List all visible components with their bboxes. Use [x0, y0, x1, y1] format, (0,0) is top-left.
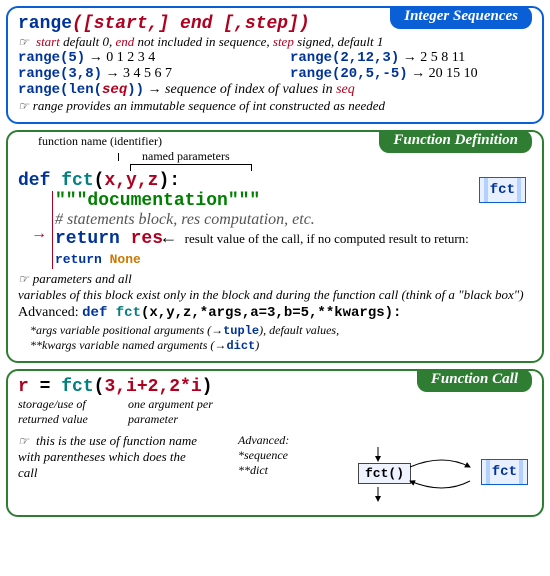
return-line: return res← result value of the call, if…	[55, 229, 469, 269]
range-args: ([start,] end [,step])	[72, 14, 310, 34]
t: fct	[116, 305, 141, 321]
t: the block and	[199, 287, 276, 302]
t: (x,y,z,*args,a=3,b=5,**kwargs):	[141, 305, 401, 321]
t: sequence of index of values in	[165, 82, 336, 97]
t: named parameters	[142, 149, 230, 163]
return-val: res	[131, 229, 163, 249]
t: variables of this block exist only	[18, 287, 189, 302]
t: →	[148, 82, 166, 97]
t: parameters and all	[18, 271, 132, 286]
advanced-note: *args variable positional arguments (→tu…	[30, 323, 532, 353]
t: ))	[127, 82, 144, 98]
def-line: def fct(x,y,z):	[18, 171, 469, 191]
integer-sequences-panel: Integer Sequences range([start,] end [,s…	[6, 6, 544, 124]
panel-title: Function Definition	[379, 130, 532, 153]
ex: range(2,12,3)	[290, 50, 399, 66]
t: signed, default 1	[294, 34, 384, 49]
ex: range(20,5,-5)	[290, 66, 408, 82]
t: *sequence	[238, 448, 288, 462]
args: x,y,z	[104, 171, 158, 191]
t: def	[82, 305, 107, 321]
function-call-panel: Function Call r = fct(3,i+2,2*i) storage…	[6, 369, 544, 517]
function-definition-panel: Function Definition function name (ident…	[6, 130, 544, 363]
ex: range(5)	[18, 50, 85, 66]
ex: range(3,8)	[18, 66, 102, 82]
t: ):	[158, 171, 180, 191]
t: result value of the call, if no computed…	[185, 231, 469, 246]
indent-arrow-icon: →	[31, 225, 47, 243]
t: not included in sequence,	[134, 34, 273, 49]
ex-out: → 20 15 10	[411, 66, 478, 81]
t: **dict	[238, 463, 268, 477]
t: seq	[102, 82, 127, 98]
params-bracket	[130, 164, 252, 171]
fn-name: fct	[61, 377, 93, 397]
t: ), default values,	[259, 323, 339, 337]
range-immutable-note: range provides an immutable sequence of …	[18, 98, 532, 114]
ann-one-arg: one argument per parameter	[128, 397, 238, 427]
t: step	[273, 34, 294, 49]
examples-row1: range(5) → 0 1 2 3 4 range(2,12,3) → 2 5…	[18, 50, 532, 66]
t: )	[202, 377, 213, 397]
t: Advanced:	[18, 305, 82, 320]
t: )	[255, 338, 259, 352]
t: tuple	[223, 324, 259, 338]
ex: range(len(	[18, 82, 102, 98]
t: Advanced:	[238, 433, 289, 447]
t: with parentheses	[18, 449, 105, 464]
statements-comment: # statements block, res computation, etc…	[55, 211, 469, 229]
call-diagram: fct() fct	[348, 445, 528, 505]
examples-row3: range(len(seq)) → sequence of index of v…	[18, 82, 532, 98]
call-note: this is the use of function name with pa…	[18, 433, 208, 481]
docstring: """documentation"""	[55, 191, 469, 211]
t: **kwargs variable named arguments (→	[30, 338, 226, 352]
ex-out: → 3 4 5 6 7	[106, 66, 173, 81]
fct-box: fct	[479, 177, 526, 203]
t: seq	[336, 82, 355, 97]
ex-out: → 0 1 2 3 4	[89, 50, 156, 65]
advanced-def: Advanced: def fct(x,y,z,*args,a=3,b=5,**…	[18, 305, 532, 321]
panel-title: Function Call	[417, 369, 532, 392]
diagram-arrows-icon	[348, 445, 528, 505]
panel-title: Integer Sequences	[390, 6, 532, 29]
block-indent: → """documentation""" # statements block…	[52, 191, 469, 269]
t: *args variable positional arguments (→	[30, 323, 223, 337]
ex-out: → 2 5 8 11	[403, 50, 465, 65]
t: fct	[490, 182, 515, 198]
t: this is the use of function name	[36, 433, 197, 448]
call-advanced: Advanced: *sequence **dict	[238, 433, 289, 481]
t: the function call (think of a "black box…	[310, 287, 523, 302]
fn-name: fct	[61, 171, 93, 191]
examples-row2: range(3,8) → 3 4 5 6 7 range(20,5,-5) → …	[18, 66, 532, 82]
t: dict	[226, 339, 255, 353]
t: end	[115, 34, 134, 49]
t: =	[29, 377, 61, 397]
arrow-left-icon: ←	[163, 229, 174, 249]
scope-note: parameters and all variables of this blo…	[18, 271, 532, 303]
t: default 0,	[60, 34, 116, 49]
t: start	[36, 34, 60, 49]
t: in	[189, 287, 199, 302]
range-defaults-note: start default 0, end not included in seq…	[18, 34, 532, 50]
return-kw: return	[55, 229, 120, 249]
r-var: r	[18, 377, 29, 397]
call-args: 3,i+2,2*i	[104, 377, 201, 397]
range-kw: range	[18, 14, 72, 34]
t: during	[276, 287, 311, 302]
def-kw: def	[18, 171, 50, 191]
ann-storage: storage/use of returned value	[18, 397, 108, 427]
t: (	[94, 171, 105, 191]
t: (	[94, 377, 105, 397]
